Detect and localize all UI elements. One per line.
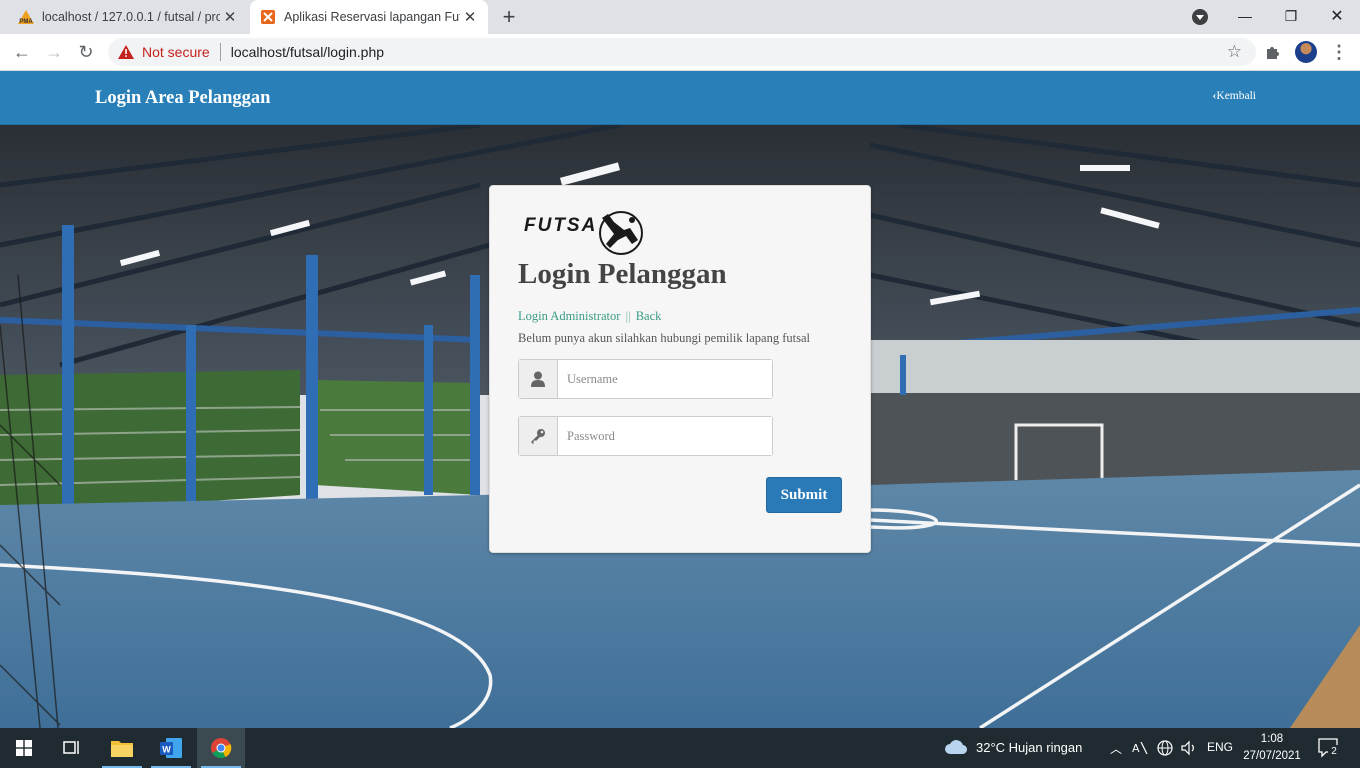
- password-input[interactable]: [558, 417, 772, 455]
- task-view-icon[interactable]: [48, 728, 96, 768]
- security-label[interactable]: Not secure: [142, 44, 210, 60]
- ball-player-icon: [599, 211, 643, 255]
- svg-text:PMA: PMA: [19, 19, 33, 24]
- weather-cloud-icon[interactable]: [945, 739, 968, 760]
- warning-icon: [118, 45, 134, 59]
- new-tab-button[interactable]: +: [497, 4, 521, 29]
- notification-count: 2: [1328, 745, 1340, 758]
- close-tab-icon[interactable]: ✕: [460, 7, 480, 27]
- svg-text:W: W: [162, 745, 171, 755]
- admin-login-link[interactable]: Login Administrator: [518, 309, 620, 323]
- close-tab-icon[interactable]: ✕: [220, 7, 240, 27]
- tab-aplikasi-reservasi[interactable]: Aplikasi Reservasi lapangan Futsa ✕: [250, 0, 488, 34]
- url-text[interactable]: localhost/futsal/login.php: [231, 44, 384, 60]
- logo-wordmark: FUTSA: [524, 215, 598, 236]
- tab-phpmyadmin[interactable]: PMA localhost / 127.0.0.1 / futsal / pro…: [8, 0, 248, 34]
- weather-text[interactable]: 32°C Hujan ringan: [976, 740, 1082, 755]
- profile-avatar[interactable]: [1295, 41, 1317, 63]
- browser-tab-strip: PMA localhost / 127.0.0.1 / futsal / pro…: [0, 0, 1360, 34]
- phpmyadmin-icon: PMA: [18, 9, 34, 25]
- network-globe-icon[interactable]: [1157, 740, 1173, 761]
- login-links: Login Administrator || Back: [518, 309, 661, 324]
- page-viewport: Login Area Pelanggan ‹Kembali FUTSA Logi…: [0, 71, 1360, 728]
- tab-title: Aplikasi Reservasi lapangan Futsa: [284, 10, 460, 24]
- link-divider: ||: [625, 309, 631, 323]
- xampp-icon: [260, 9, 276, 25]
- reload-icon[interactable]: ↻: [72, 38, 100, 66]
- password-group: [518, 416, 773, 456]
- user-icon: [519, 360, 558, 398]
- ime-icon[interactable]: A: [1132, 740, 1148, 761]
- chrome-icon[interactable]: [197, 728, 245, 768]
- notification-center-icon[interactable]: 2: [1318, 738, 1340, 758]
- restore-button[interactable]: ❐: [1268, 0, 1314, 32]
- back-link-label: Kembali: [1216, 90, 1256, 102]
- minimize-button[interactable]: —: [1222, 0, 1268, 32]
- show-hidden-icons[interactable]: ︿: [1110, 740, 1122, 757]
- futsal-logo: FUTSA: [524, 208, 646, 258]
- username-input[interactable]: [558, 360, 772, 398]
- divider: [219, 43, 221, 61]
- language-indicator[interactable]: ENG: [1207, 740, 1233, 754]
- back-link[interactable]: ‹Kembali: [1213, 90, 1256, 102]
- windows-taskbar: W 32°C Hujan ringan ︿ A ENG 1:08 27/07/2…: [0, 728, 1360, 768]
- clock-date: 27/07/2021: [1243, 750, 1301, 762]
- back-arrow-icon[interactable]: ←: [8, 38, 36, 66]
- bookmark-star-icon[interactable]: ☆: [1227, 42, 1242, 62]
- tab-search-icon[interactable]: [1192, 9, 1208, 25]
- navbar-brand[interactable]: Login Area Pelanggan: [95, 88, 270, 109]
- address-bar[interactable]: Not secure localhost/futsal/login.php ☆: [108, 38, 1256, 66]
- login-panel: FUTSA Login Pelanggan Login Administrato…: [489, 185, 871, 553]
- clock-time: 1:08: [1260, 733, 1284, 745]
- login-heading: Login Pelanggan: [518, 258, 727, 290]
- volume-icon[interactable]: [1181, 740, 1197, 761]
- extensions-puzzle-icon[interactable]: [1264, 43, 1284, 63]
- word-icon[interactable]: W: [147, 728, 195, 768]
- top-navbar: Login Area Pelanggan ‹Kembali: [0, 71, 1360, 125]
- tab-title: localhost / 127.0.0.1 / futsal / pro: [42, 10, 220, 24]
- close-window-button[interactable]: ✕: [1314, 0, 1360, 32]
- submit-button[interactable]: Submit: [766, 477, 842, 513]
- back-page-link[interactable]: Back: [636, 309, 662, 323]
- svg-text:A: A: [1132, 742, 1140, 755]
- browser-toolbar: ← → ↻ Not secure localhost/futsal/login.…: [0, 34, 1360, 71]
- windows-start-icon[interactable]: [0, 728, 48, 768]
- file-explorer-icon[interactable]: [98, 728, 146, 768]
- account-info-text: Belum punya akun silahkan hubungi pemili…: [518, 331, 810, 345]
- browser-menu-icon[interactable]: ⋮: [1330, 42, 1348, 63]
- forward-arrow-icon[interactable]: →: [40, 38, 68, 66]
- key-icon: [519, 417, 558, 455]
- username-group: [518, 359, 773, 399]
- system-clock[interactable]: 1:08 27/07/2021: [1240, 731, 1304, 765]
